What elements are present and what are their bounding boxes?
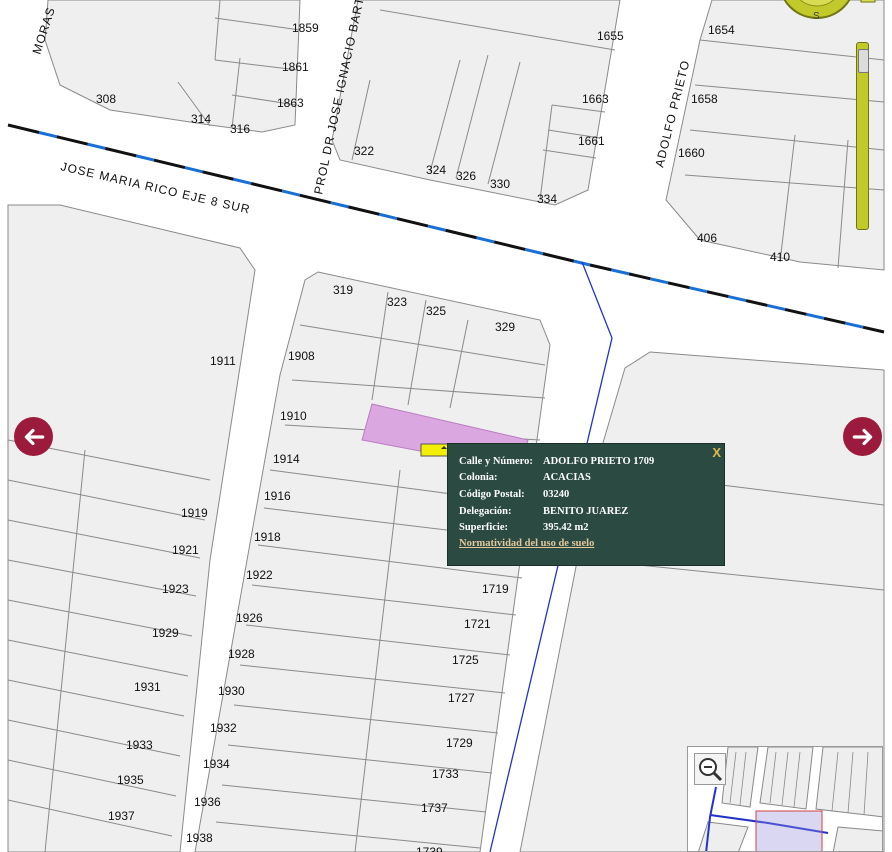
- land-use-regulation-link[interactable]: Normatividad del uso de suelo: [459, 538, 594, 549]
- popup-row-address: Calle y Número: ADOLFO PRIETO 1709: [459, 456, 654, 467]
- lot-number: 1739: [416, 845, 443, 852]
- lot-number: 1727: [448, 691, 475, 705]
- overview-viewport[interactable]: [755, 810, 823, 852]
- lot-number: 323: [387, 295, 407, 309]
- lot-number: 1935: [117, 773, 144, 787]
- lot-number: 1926: [236, 611, 263, 625]
- popup-value: ADOLFO PRIETO 1709: [543, 456, 655, 467]
- lot-number: 1931: [134, 680, 161, 694]
- popup-row-delegacion: Delegación: BENITO JUAREZ: [459, 506, 628, 517]
- overview-map[interactable]: [687, 746, 883, 852]
- parcel-info-popup: X Calle y Número: ADOLFO PRIETO 1709 Colo…: [447, 443, 725, 566]
- lot-number: 1918: [254, 530, 281, 544]
- popup-value: 03240: [543, 489, 570, 500]
- lot-number: 1921: [172, 543, 199, 557]
- magnifier-minus-icon: [699, 758, 723, 782]
- zoom-out-button[interactable]: [694, 753, 726, 785]
- lot-number: 410: [770, 250, 790, 264]
- popup-value: BENITO JUAREZ: [543, 506, 629, 517]
- lot-number: 322: [354, 144, 374, 158]
- lot-number: 1932: [210, 721, 237, 735]
- popup-row-postal-code: Código Postal: 03240: [459, 489, 569, 500]
- lot-number: 1910: [280, 409, 307, 423]
- popup-key: Colonia:: [459, 472, 498, 483]
- popup-close-button[interactable]: X: [712, 445, 721, 460]
- popup-key: Calle y Número:: [459, 456, 533, 467]
- popup-value: 395.42 m2: [543, 522, 589, 533]
- lot-number: 1923: [162, 582, 189, 596]
- popup-key: Superficie:: [459, 522, 508, 533]
- lot-number: 1933: [126, 738, 153, 752]
- lot-number: 1719: [482, 582, 509, 596]
- lot-number: 324: [426, 163, 446, 177]
- lot-number: 314: [191, 112, 211, 126]
- lot-number: 1936: [194, 795, 221, 809]
- lot-number: 325: [426, 304, 446, 318]
- lot-number: 1911: [210, 354, 236, 368]
- pan-control[interactable]: S: [777, 0, 877, 32]
- lot-number: 1661: [578, 134, 605, 148]
- lot-number: 1937: [108, 809, 135, 823]
- lot-number: 330: [490, 177, 510, 191]
- lot-number: 1733: [432, 767, 459, 781]
- lot-number: 1654: [708, 23, 735, 37]
- popup-row-superficie: Superficie: 395.42 m2: [459, 522, 589, 533]
- arrow-right-icon: [852, 428, 872, 445]
- lot-number: 1919: [181, 506, 208, 520]
- lot-number: 1663: [582, 92, 609, 106]
- zoom-slider[interactable]: [856, 42, 869, 230]
- popup-row-colonia: Colonia: ACACIAS: [459, 472, 591, 483]
- lot-number: 1861: [282, 60, 309, 74]
- lot-number: 1863: [277, 96, 304, 110]
- lot-number: 326: [456, 169, 476, 183]
- popup-key: Código Postal:: [459, 489, 525, 500]
- lot-number: 1721: [464, 617, 491, 631]
- lot-number: 1928: [228, 647, 255, 661]
- lot-number: 1737: [421, 801, 448, 815]
- lot-number: 1922: [246, 568, 273, 582]
- previous-button[interactable]: [14, 417, 53, 456]
- zoom-slider-handle[interactable]: [858, 49, 869, 73]
- arrow-left-icon: [24, 428, 44, 445]
- lot-number: 1725: [452, 653, 479, 667]
- lot-number: 1938: [186, 831, 213, 845]
- lot-number: 329: [495, 320, 515, 334]
- lot-number: 406: [697, 231, 717, 245]
- lot-number: 1908: [288, 349, 315, 363]
- lot-number: 1658: [691, 92, 718, 106]
- cadastral-map[interactable]: MORAS PROL DR JOSE IGNACIO BARTO ADOLFO …: [0, 0, 892, 852]
- lot-number: 1859: [292, 21, 319, 35]
- lot-number: 308: [96, 92, 116, 106]
- lot-number: 1929: [152, 626, 179, 640]
- popup-key: Delegación:: [459, 506, 512, 517]
- lot-number: 334: [537, 192, 557, 206]
- lot-number: 1930: [218, 684, 245, 698]
- lot-number: 1655: [597, 29, 624, 43]
- popup-value: ACACIAS: [543, 472, 591, 483]
- lot-number: 1934: [203, 757, 230, 771]
- lot-number: 319: [333, 283, 353, 297]
- lot-number: 1729: [446, 736, 473, 750]
- lot-number: 1660: [678, 146, 705, 160]
- lot-number: 1914: [273, 452, 300, 466]
- lot-number: 1916: [264, 489, 291, 503]
- compass-south-label: S: [813, 11, 820, 22]
- lot-number: 316: [230, 122, 250, 136]
- next-button[interactable]: [843, 417, 882, 456]
